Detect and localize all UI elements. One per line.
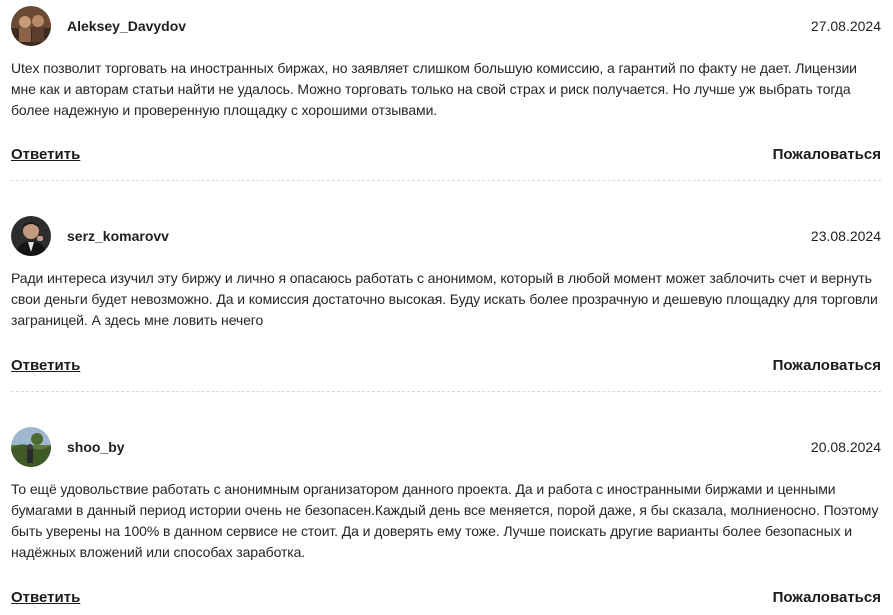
author-name[interactable]: shoo_by bbox=[67, 439, 125, 455]
comment-item: shoo_by 20.08.2024 То ещё удовольствие р… bbox=[11, 427, 881, 606]
comment-text: Utex позволит торговать на иностранных б… bbox=[11, 60, 857, 118]
comment-header: Aleksey_Davydov 27.08.2024 bbox=[11, 6, 881, 46]
comment-header: shoo_by 20.08.2024 bbox=[11, 427, 881, 467]
comment-actions: Ответить Пожаловаться bbox=[11, 146, 881, 166]
reply-link[interactable]: Ответить bbox=[11, 357, 80, 374]
author-name[interactable]: Aleksey_Davydov bbox=[67, 18, 186, 34]
comment-header: serz_komarovv 23.08.2024 bbox=[11, 216, 881, 256]
comment-item: Aleksey_Davydov 27.08.2024 Utex позволит… bbox=[11, 6, 881, 181]
reply-link[interactable]: Ответить bbox=[11, 589, 80, 606]
report-link[interactable]: Пожаловаться bbox=[773, 357, 881, 374]
divider bbox=[11, 391, 881, 392]
comment-date: 20.08.2024 bbox=[810, 439, 881, 455]
comment-date: 27.08.2024 bbox=[810, 18, 881, 34]
avatar[interactable] bbox=[11, 6, 51, 46]
avatar[interactable] bbox=[11, 216, 51, 256]
report-link[interactable]: Пожаловаться bbox=[773, 146, 881, 163]
comment-text: Ради интереса изучил эту биржу и лично я… bbox=[11, 270, 878, 328]
comment-actions: Ответить Пожаловаться bbox=[11, 357, 881, 377]
report-link[interactable]: Пожаловаться bbox=[773, 589, 881, 606]
divider bbox=[11, 180, 881, 181]
avatar[interactable] bbox=[11, 427, 51, 467]
comment-text: То ещё удовольствие работать с анонимным… bbox=[11, 481, 879, 560]
reply-link[interactable]: Ответить bbox=[11, 146, 80, 163]
author-name[interactable]: serz_komarovv bbox=[67, 228, 169, 244]
comment-item: serz_komarovv 23.08.2024 Ради интереса и… bbox=[11, 216, 881, 392]
comment-actions: Ответить Пожаловаться bbox=[11, 589, 881, 609]
comment-date: 23.08.2024 bbox=[810, 228, 881, 244]
